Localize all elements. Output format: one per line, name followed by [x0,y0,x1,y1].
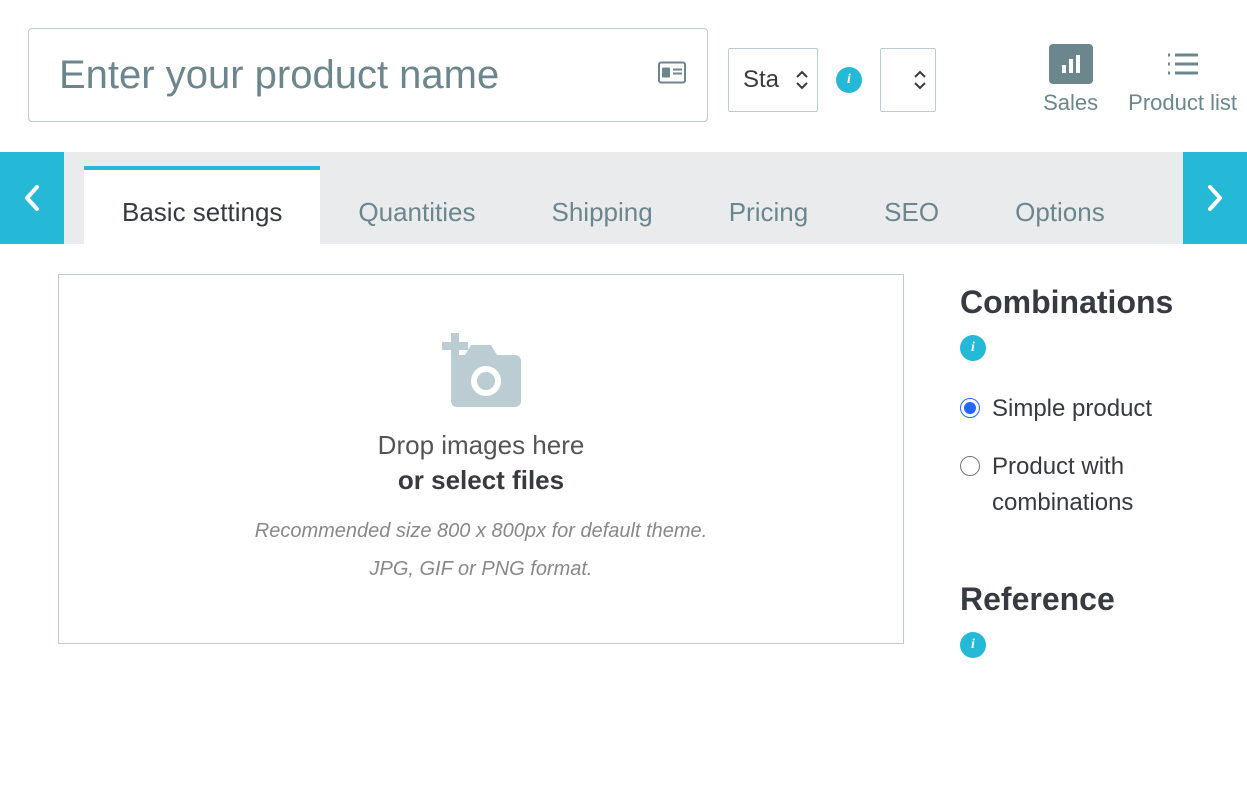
header-right: Sta i S [728,28,1247,116]
tabs-next-button[interactable] [1183,152,1247,244]
tab-quantities[interactable]: Quantities [320,180,513,244]
combinations-section: Combinations i Simple product Product wi… [960,284,1219,521]
tab-strip: Basic settings Quantities Shipping Prici… [0,152,1247,244]
info-icon[interactable]: i [960,632,986,658]
tab-label: SEO [884,197,939,228]
info-icon[interactable]: i [960,335,986,361]
radio-label: Product with combinations [992,449,1219,521]
product-name-wrap [28,28,708,122]
dropzone-hint1: Recommended size 800 x 800px for default… [255,512,707,550]
tabs-container: Basic settings Quantities Shipping Prici… [64,180,1183,244]
combinations-radios: Simple product Product with combinations [960,391,1219,521]
header-nav-icons: Sales Product list [1043,44,1247,116]
info-icon[interactable]: i [836,67,862,93]
bar-chart-icon [1049,44,1093,84]
radio-input[interactable] [960,398,980,418]
tab-label: Pricing [729,197,808,228]
sales-button[interactable]: Sales [1043,44,1098,116]
product-list-label: Product list [1128,90,1237,116]
product-type-select-wrap: Sta [728,48,818,112]
reference-section: Reference i [960,581,1219,658]
dropzone-hint2: JPG, GIF or PNG format. [369,550,592,588]
combinations-title: Combinations [960,284,1219,321]
camera-plus-icon [433,331,529,420]
tab-shipping[interactable]: Shipping [513,180,690,244]
tab-label: Options [1015,197,1105,228]
tab-label: Basic settings [122,197,282,228]
tab-seo[interactable]: SEO [846,180,977,244]
tab-label: Quantities [358,197,475,228]
tab-pricing[interactable]: Pricing [691,180,846,244]
radio-simple-product[interactable]: Simple product [960,391,1219,427]
reference-title: Reference [960,581,1219,618]
dropzone-line1: Drop images here [378,430,585,461]
sales-label: Sales [1043,90,1098,116]
secondary-select-wrap [880,48,936,112]
id-card-icon [658,62,686,89]
tab-options[interactable]: Options [977,180,1143,244]
radio-label: Simple product [992,391,1152,427]
product-name-input[interactable] [28,28,708,122]
tabs-prev-button[interactable] [0,152,64,244]
radio-input[interactable] [960,456,980,476]
radio-product-with-combinations[interactable]: Product with combinations [960,449,1219,521]
main-content: Drop images here or select files Recomme… [0,244,1247,718]
header-bar: Sta i S [0,0,1247,152]
right-sidebar: Combinations i Simple product Product wi… [960,274,1219,718]
product-list-button[interactable]: Product list [1128,44,1237,116]
tab-label: Shipping [551,197,652,228]
tab-basic-settings[interactable]: Basic settings [84,166,320,244]
dropzone-line2: or select files [398,465,564,496]
secondary-select[interactable] [880,48,936,112]
list-icon [1161,44,1205,84]
image-dropzone[interactable]: Drop images here or select files Recomme… [58,274,904,644]
product-type-select[interactable]: Sta [728,48,818,112]
product-type-value: Sta [743,66,779,94]
